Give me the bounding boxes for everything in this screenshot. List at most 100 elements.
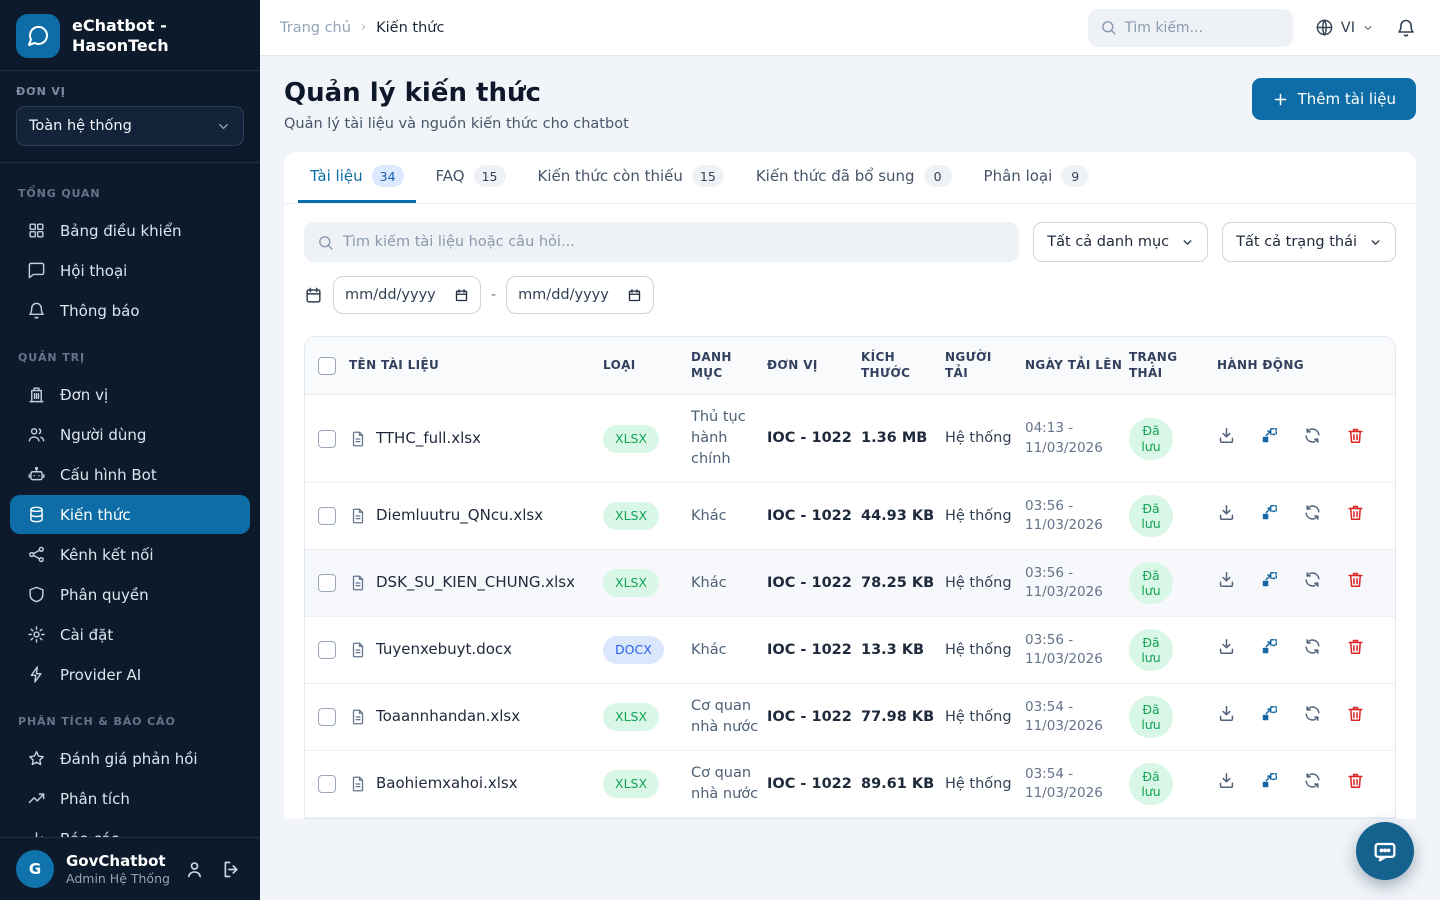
tab-0[interactable]: Tài liệu34 — [298, 152, 416, 203]
file-type-badge: XLSX — [603, 569, 659, 597]
table-row: DSK_SU_KIEN_CHUNG.xlsxXLSXKhácIOC - 1022… — [305, 550, 1395, 617]
sidebar-item-users[interactable]: Người dùng — [10, 415, 250, 454]
move-category-icon[interactable] — [1260, 570, 1279, 596]
global-search-input[interactable] — [1125, 20, 1265, 36]
document-name[interactable]: TTHC_full.xlsx — [349, 416, 603, 462]
delete-icon[interactable] — [1346, 426, 1365, 452]
calendar-icon[interactable] — [454, 288, 469, 303]
tab-1[interactable]: FAQ15 — [424, 152, 518, 203]
sidebar-item-bell[interactable]: Thông báo — [10, 291, 250, 330]
download-icon[interactable] — [1217, 570, 1236, 596]
breadcrumb-separator-icon: › — [361, 20, 366, 35]
document-name[interactable]: Tuyenxebuyt.docx — [349, 627, 603, 673]
database-icon — [26, 505, 46, 524]
row-checkbox[interactable] — [318, 574, 336, 592]
chat-widget-button[interactable] — [1356, 822, 1414, 880]
move-category-icon[interactable] — [1260, 637, 1279, 663]
users-icon — [26, 425, 46, 444]
delete-icon[interactable] — [1346, 503, 1365, 529]
logout-icon[interactable] — [219, 857, 244, 882]
sidebar-item-trend[interactable]: Phân tích — [10, 779, 250, 818]
row-checkbox[interactable] — [318, 641, 336, 659]
sidebar-item-lightning[interactable]: Provider AI — [10, 655, 250, 694]
file-icon — [349, 574, 367, 592]
refresh-icon[interactable] — [1303, 503, 1322, 529]
building-icon — [26, 385, 46, 404]
move-category-icon[interactable] — [1260, 771, 1279, 797]
sidebar-item-database[interactable]: Kiến thức — [10, 495, 250, 534]
document-category: Cơ quan nhà nước — [691, 751, 767, 817]
row-checkbox[interactable] — [318, 775, 336, 793]
refresh-icon[interactable] — [1303, 771, 1322, 797]
row-checkbox[interactable] — [318, 507, 336, 525]
chat-dots-icon — [1371, 837, 1399, 865]
document-size: 44.93 KB — [861, 494, 945, 539]
language-switcher[interactable]: VI — [1315, 18, 1374, 37]
move-category-icon[interactable] — [1260, 426, 1279, 452]
document-name[interactable]: DSK_SU_KIEN_CHUNG.xlsx — [349, 560, 603, 606]
global-search[interactable] — [1088, 9, 1293, 47]
sidebar-item-share[interactable]: Kênh kết nối — [10, 535, 250, 574]
row-checkbox[interactable] — [318, 708, 336, 726]
document-uploader: Hệ thống — [945, 695, 1025, 740]
column-header: ĐƠN VỊ — [767, 345, 861, 387]
chevron-down-icon — [1362, 22, 1374, 34]
refresh-icon[interactable] — [1303, 570, 1322, 596]
notifications-bell-icon[interactable] — [1396, 18, 1416, 38]
download-icon[interactable] — [1217, 704, 1236, 730]
unit-select[interactable]: Toàn hệ thống — [16, 106, 244, 146]
table-row: Baohiemxahoi.xlsxXLSXCơ quan nhà nướcIOC… — [305, 751, 1395, 818]
document-upload-date: 04:13 - 11/03/2026 — [1025, 407, 1129, 470]
page-subtitle: Quản lý tài liệu và nguồn kiến thức cho … — [284, 116, 629, 132]
file-type-badge: XLSX — [603, 703, 659, 731]
document-name[interactable]: Toaannhandan.xlsx — [349, 694, 603, 740]
date-to-input[interactable]: mm/dd/yyyy — [506, 276, 654, 314]
category-filter-select[interactable]: Tất cả danh mục — [1033, 222, 1208, 262]
sidebar-item-gear[interactable]: Cài đặt — [10, 615, 250, 654]
refresh-icon[interactable] — [1303, 704, 1322, 730]
document-name[interactable]: Diemluutru_QNcu.xlsx — [349, 493, 603, 539]
date-from-input[interactable]: mm/dd/yyyy — [333, 276, 481, 314]
sidebar-item-bot[interactable]: Cấu hình Bot — [10, 455, 250, 494]
document-search[interactable] — [304, 222, 1019, 262]
sidebar-item-chat[interactable]: Hội thoại — [10, 251, 250, 290]
download-icon[interactable] — [1217, 771, 1236, 797]
sidebar-item-bar-chart[interactable]: Báo cáo — [10, 819, 250, 837]
document-name[interactable]: Baohiemxahoi.xlsx — [349, 761, 603, 807]
status-filter-select[interactable]: Tất cả trạng thái — [1222, 222, 1396, 262]
column-header: TRẠNG THÁI — [1129, 337, 1217, 394]
calendar-icon[interactable] — [627, 288, 642, 303]
document-search-input[interactable] — [343, 234, 1006, 250]
delete-icon[interactable] — [1346, 704, 1365, 730]
file-type-badge: XLSX — [603, 425, 659, 453]
delete-icon[interactable] — [1346, 771, 1365, 797]
refresh-icon[interactable] — [1303, 426, 1322, 452]
move-category-icon[interactable] — [1260, 704, 1279, 730]
sidebar-item-shield[interactable]: Phân quyền — [10, 575, 250, 614]
breadcrumb: Trang chủ › Kiến thức — [280, 20, 444, 36]
row-checkbox[interactable] — [318, 430, 336, 448]
tab-2[interactable]: Kiến thức còn thiếu15 — [526, 152, 736, 203]
sidebar-item-dashboard[interactable]: Bảng điều khiển — [10, 211, 250, 250]
sidebar-item-building[interactable]: Đơn vị — [10, 375, 250, 414]
breadcrumb-home[interactable]: Trang chủ — [280, 20, 351, 36]
select-all-checkbox[interactable] — [318, 357, 336, 375]
download-icon[interactable] — [1217, 503, 1236, 529]
nav-section-title: PHÂN TÍCH & BÁO CÁO — [0, 707, 260, 738]
download-icon[interactable] — [1217, 637, 1236, 663]
sidebar-item-star[interactable]: Đánh giá phản hồi — [10, 739, 250, 778]
main: Trang chủ › Kiến thức VI — [260, 0, 1440, 900]
refresh-icon[interactable] — [1303, 637, 1322, 663]
language-value: VI — [1341, 20, 1355, 36]
tab-4[interactable]: Phân loại9 — [972, 152, 1102, 203]
tab-3[interactable]: Kiến thức đã bổ sung0 — [744, 152, 964, 203]
profile-icon[interactable] — [182, 857, 207, 882]
tab-count-badge: 0 — [924, 165, 952, 187]
delete-icon[interactable] — [1346, 570, 1365, 596]
chevron-down-icon — [1369, 236, 1382, 249]
page-title: Quản lý kiến thức — [284, 78, 629, 108]
move-category-icon[interactable] — [1260, 503, 1279, 529]
download-icon[interactable] — [1217, 426, 1236, 452]
delete-icon[interactable] — [1346, 637, 1365, 663]
add-document-button[interactable]: Thêm tài liệu — [1252, 78, 1416, 120]
